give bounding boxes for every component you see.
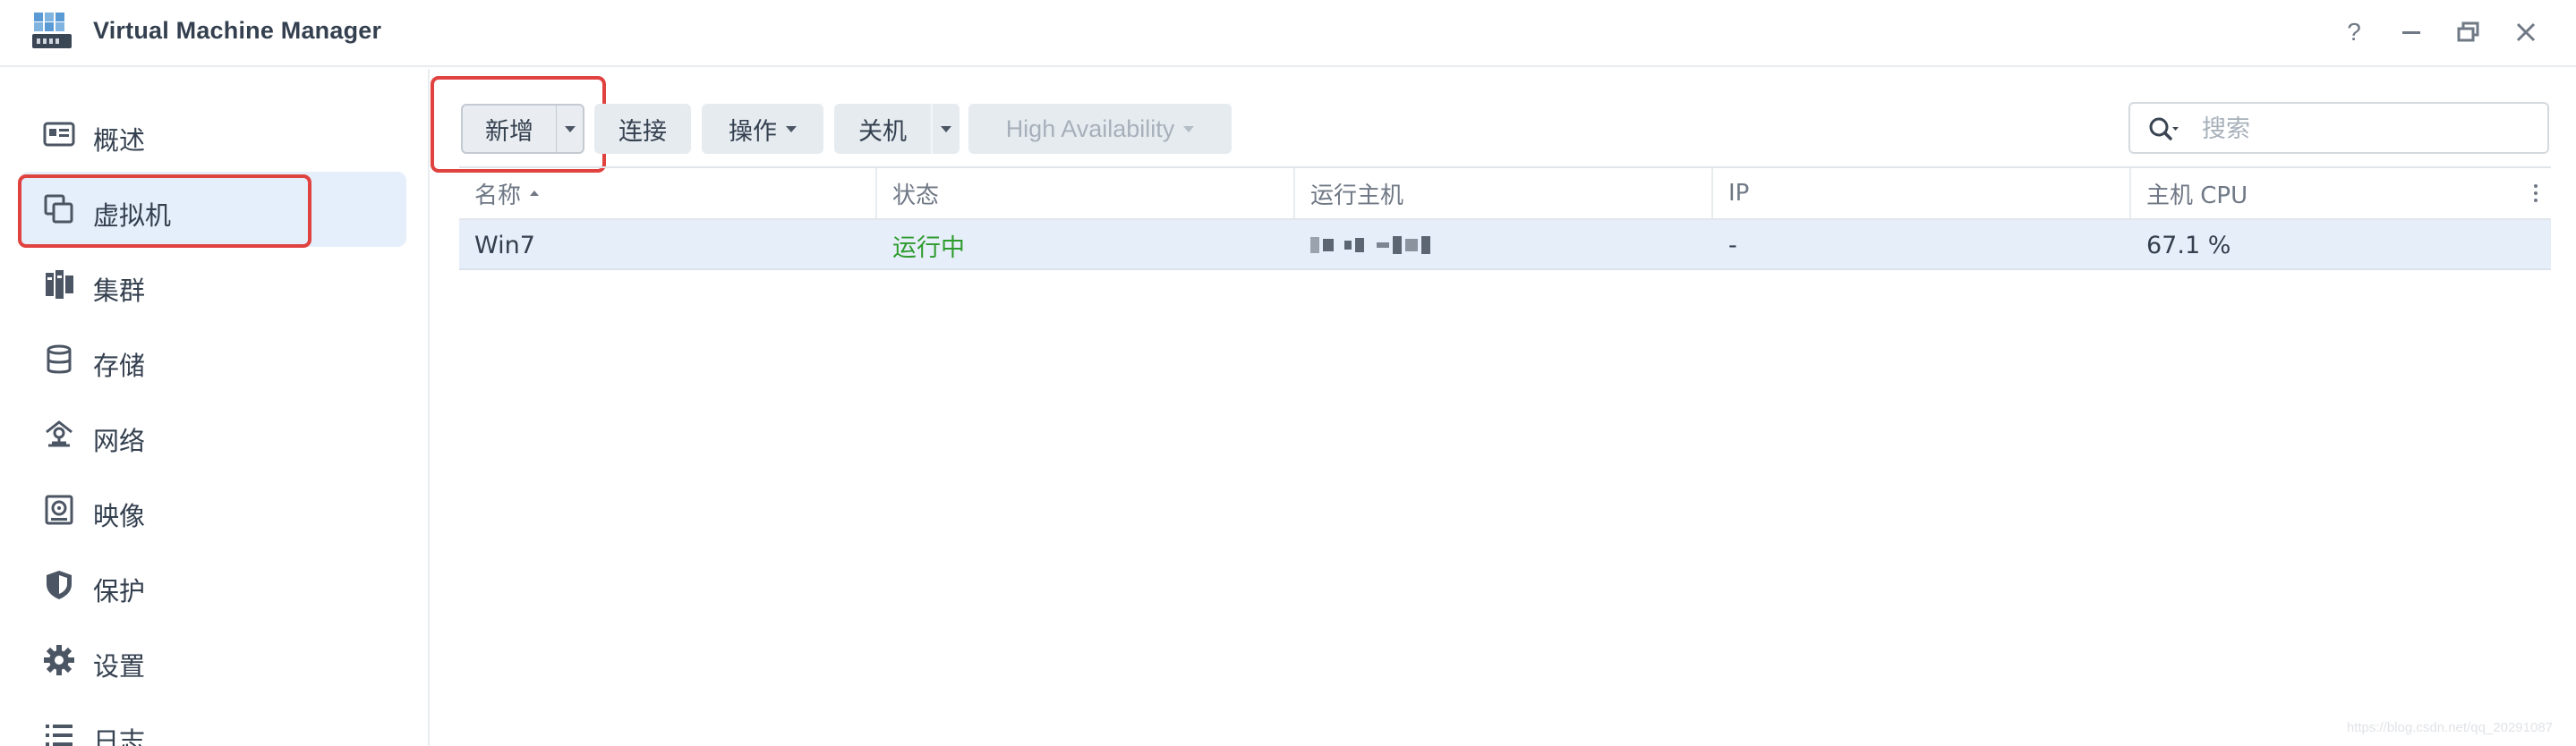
vm-host-cpu: 67.1 % bbox=[2146, 231, 2231, 259]
overview-icon bbox=[43, 122, 75, 147]
sidebar-item-label: 保护 bbox=[93, 576, 146, 606]
search-input[interactable] bbox=[2202, 113, 2533, 145]
sidebar-item-storage[interactable]: 存储 bbox=[20, 322, 406, 397]
log-list-icon bbox=[46, 725, 73, 746]
table-header: 名称 状态 运行主机 IP 主机 CPU bbox=[459, 166, 2551, 220]
sidebar-item-label: 概述 bbox=[93, 125, 146, 156]
minimize-icon bbox=[2402, 31, 2420, 34]
sidebar-item-log[interactable]: 日志 bbox=[20, 698, 406, 746]
app-logo-icon bbox=[32, 13, 72, 48]
column-header-name[interactable]: 名称 bbox=[459, 168, 877, 218]
restore-button[interactable] bbox=[2449, 13, 2488, 52]
shield-icon bbox=[47, 571, 72, 599]
sidebar-item-label: 映像 bbox=[93, 501, 146, 531]
vm-ip: - bbox=[1728, 231, 1737, 259]
connect-button-label: 连接 bbox=[618, 117, 667, 146]
sidebar-item-label: 日志 bbox=[93, 726, 146, 746]
close-button[interactable] bbox=[2506, 13, 2546, 52]
vm-status: 运行中 bbox=[892, 233, 965, 262]
sidebar-item-image[interactable]: 映像 bbox=[20, 472, 406, 547]
shutdown-button[interactable]: 关机 bbox=[834, 104, 931, 154]
title-bar: Virtual Machine Manager ? bbox=[0, 0, 2576, 67]
vm-host-redacted bbox=[1295, 220, 1430, 270]
table-row[interactable]: Win7 运行中 - 67.1 % bbox=[459, 220, 2551, 270]
sidebar-item-settings[interactable]: 设置 bbox=[20, 623, 406, 698]
connect-button[interactable]: 连接 bbox=[594, 104, 691, 154]
sidebar-item-cluster[interactable]: 集群 bbox=[20, 247, 406, 322]
add-button[interactable]: 新增 bbox=[461, 104, 558, 154]
column-header-status[interactable]: 状态 bbox=[877, 168, 1295, 218]
close-icon bbox=[2516, 22, 2536, 42]
sidebar-item-overview[interactable]: 概述 bbox=[20, 97, 406, 172]
chevron-down-icon bbox=[786, 125, 797, 132]
add-dropdown-button[interactable] bbox=[556, 104, 584, 154]
column-header-host[interactable]: 运行主机 bbox=[1295, 168, 1713, 218]
network-icon bbox=[46, 420, 73, 447]
minimize-button[interactable] bbox=[2392, 13, 2431, 52]
chevron-down-icon bbox=[564, 125, 576, 132]
search-box[interactable] bbox=[2128, 102, 2549, 154]
search-icon[interactable] bbox=[2148, 116, 2179, 143]
cluster-icon bbox=[46, 270, 73, 299]
column-header-ip[interactable]: IP bbox=[1713, 168, 2131, 218]
high-availability-button[interactable]: High Availability bbox=[968, 104, 1232, 154]
sidebar-item-label: 存储 bbox=[93, 351, 146, 381]
action-button-label: 操作 bbox=[729, 117, 777, 146]
help-icon: ? bbox=[2347, 18, 2361, 46]
shutdown-button-label: 关机 bbox=[858, 117, 907, 146]
add-button-label: 新增 bbox=[485, 117, 533, 146]
gear-icon bbox=[44, 645, 74, 675]
sidebar: 概述 虚拟机 集群 存储 网络 映像 保护 设置 日志 bbox=[0, 69, 430, 746]
sidebar-item-network[interactable]: 网络 bbox=[20, 397, 406, 472]
vm-name: Win7 bbox=[474, 231, 535, 259]
sort-ascending-icon bbox=[530, 191, 540, 196]
column-header-cpu[interactable]: 主机 CPU bbox=[2131, 168, 2521, 218]
column-menu-icon[interactable] bbox=[2521, 168, 2551, 218]
sidebar-item-protection[interactable]: 保护 bbox=[20, 547, 406, 623]
high-availability-label: High Availability bbox=[1005, 114, 1175, 142]
help-button[interactable]: ? bbox=[2334, 13, 2374, 52]
restore-icon bbox=[2457, 21, 2479, 42]
highlight-sidebar-vm bbox=[18, 174, 311, 248]
action-menu-button[interactable]: 操作 bbox=[702, 104, 823, 154]
image-icon bbox=[45, 495, 73, 525]
chevron-down-icon bbox=[941, 125, 951, 132]
watermark: https://blog.csdn.net/qq_20291087 bbox=[2346, 720, 2553, 735]
sidebar-item-label: 集群 bbox=[93, 276, 146, 306]
chevron-down-icon bbox=[1183, 125, 1195, 132]
sidebar-item-label: 设置 bbox=[93, 651, 146, 682]
shutdown-dropdown-button[interactable] bbox=[931, 104, 960, 154]
vm-table: 名称 状态 运行主机 IP 主机 CPU Win7 运行中 - 67.1 % bbox=[459, 166, 2551, 270]
sidebar-item-label: 网络 bbox=[93, 426, 146, 456]
app-title: Virtual Machine Manager bbox=[93, 17, 382, 44]
storage-icon bbox=[47, 344, 72, 374]
